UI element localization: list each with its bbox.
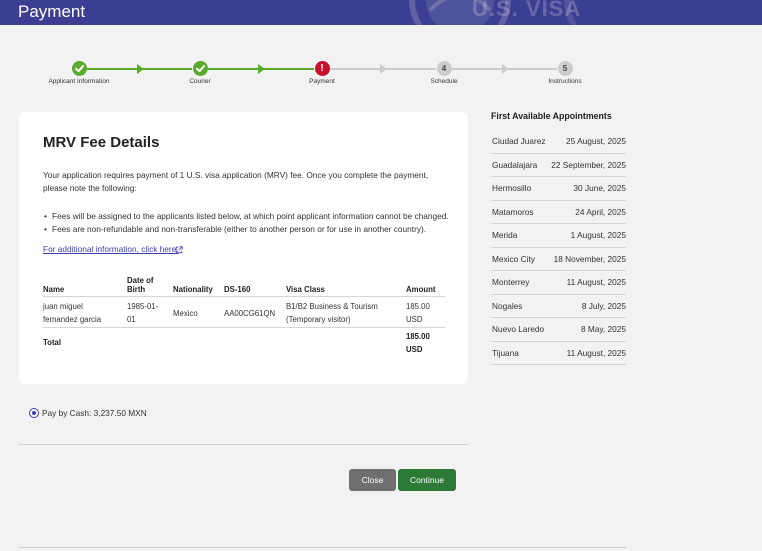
- check-icon: [74, 65, 84, 73]
- step-label: Instructions: [548, 78, 582, 85]
- card-title: MRV Fee Details: [43, 134, 160, 151]
- section-divider: [19, 444, 468, 445]
- appointment-city: Guadalajara: [492, 159, 538, 170]
- appointments-list: Ciudad Juarez 25 August, 2025 Guadalajara 2…: [491, 130, 626, 365]
- col-header-name: Name: [43, 285, 65, 294]
- applicant-dob: 1985-01- 01: [127, 302, 159, 324]
- appointment-row: Hermosillo 30 June, 2025: [491, 177, 626, 201]
- mrv-fee-card: MRV Fee Details Your application require…: [19, 112, 468, 384]
- step-instructions-marker: 5: [557, 61, 573, 76]
- appointment-city: Matamoros: [492, 206, 534, 217]
- footer-divider: [19, 547, 626, 548]
- applicant-nationality: Mexico: [173, 309, 198, 318]
- total-label: Total: [43, 338, 62, 347]
- external-link-icon[interactable]: [175, 246, 183, 254]
- table-divider: [43, 327, 445, 328]
- seal-text: U.S. VISA: [472, 0, 582, 21]
- applicant-ds160: AA00CG61QN: [224, 309, 276, 318]
- fee-notes-list: Fees will be assigned to the applicants …: [43, 210, 453, 236]
- continue-button[interactable]: Continue: [398, 469, 456, 491]
- appointment-row: Nogales 8 July, 2025: [491, 295, 626, 318]
- appointment-date: 11 August, 2025: [566, 277, 626, 287]
- step-schedule-marker: 4: [436, 61, 452, 76]
- appointment-row: Ciudad Juarez 25 August, 2025: [491, 130, 626, 154]
- step-arrow-icon: [380, 64, 387, 74]
- appointment-row: Monterrey 11 August, 2025: [491, 271, 626, 295]
- page-header: U.S. VISA Payment: [0, 0, 762, 25]
- step-courier-marker: [192, 61, 208, 76]
- pay-by-cash-label[interactable]: Pay by Cash: 3,237.50 MXN: [42, 408, 147, 419]
- appointment-date: 30 June, 2025: [573, 183, 626, 193]
- appointment-row: Matamoros 24 April, 2025: [491, 201, 626, 224]
- appointment-date: 24 April, 2025: [575, 206, 626, 217]
- appointment-city: Nuevo Laredo: [492, 324, 545, 334]
- fee-note-item: Fees will be assigned to the applicants …: [43, 210, 453, 223]
- appointment-city: Nogales: [492, 300, 523, 311]
- col-header-ds160: DS-160: [224, 285, 251, 294]
- appointment-row: Nuevo Laredo 8 May, 2025: [491, 318, 626, 342]
- appointment-date: 11 August, 2025: [566, 347, 626, 358]
- col-header-nationality: Nationality: [173, 285, 213, 294]
- col-header-visa-class: Visa Class: [286, 285, 325, 294]
- appointment-city: Monterrey: [492, 277, 530, 287]
- appointment-date: 18 November, 2025: [553, 253, 626, 264]
- appointment-date: 25 August, 2025: [566, 136, 626, 146]
- appointment-date: 22 September, 2025: [551, 159, 626, 170]
- step-label: Schedule: [430, 78, 458, 85]
- appointment-row: Mexico City 18 November, 2025: [491, 248, 626, 271]
- appointment-row: Guadalajara 22 September, 2025: [491, 154, 626, 177]
- applicant-visa-class: B1/B2 Business & Tourism (Temporary visi…: [286, 302, 378, 324]
- appointment-date: 1 August, 2025: [570, 230, 626, 240]
- appointment-row: Tijuana 11 August, 2025: [491, 342, 626, 365]
- appointment-row: Merida 1 August, 2025: [491, 224, 626, 248]
- step-label: Applicant Information: [48, 78, 110, 85]
- fee-note-item: Fees are non-refundable and non-transfer…: [43, 223, 453, 236]
- appointments-title: First Available Appointments: [491, 111, 612, 121]
- appointment-city: Tijuana: [492, 347, 519, 358]
- appointment-date: 8 July, 2025: [581, 300, 626, 311]
- first-available-appointments: First Available Appointments Ciudad Juar…: [491, 111, 626, 365]
- col-header-amount: Amount: [406, 285, 436, 294]
- applicant-name: juan miguel fernandez garcia: [43, 302, 102, 324]
- pay-by-cash-radio[interactable]: [29, 408, 39, 418]
- table-divider: [43, 296, 445, 297]
- step-label: Courier: [189, 78, 211, 85]
- appointment-date: 8 May, 2025: [580, 324, 626, 334]
- check-icon: [195, 65, 205, 73]
- applicant-amount: 185.00 USD: [406, 302, 430, 324]
- step-applicant-information-marker: [71, 61, 87, 76]
- appointment-city: Ciudad Juarez: [492, 136, 546, 146]
- step-arrow-icon: [258, 64, 265, 74]
- additional-info-link[interactable]: For additional information, click here.: [43, 244, 179, 254]
- step-arrow-icon: [501, 64, 509, 74]
- step-arrow-icon: [136, 64, 144, 74]
- step-payment-marker: !: [314, 61, 330, 76]
- close-button[interactable]: Close: [349, 469, 396, 491]
- fee-intro-text: Your application requires payment of 1 U…: [43, 170, 429, 193]
- appointment-city: Mexico City: [492, 253, 535, 264]
- step-label: Payment: [309, 78, 335, 85]
- appointment-city: Merida: [492, 230, 518, 240]
- appointment-city: Hermosillo: [492, 183, 532, 193]
- page-title: Payment: [18, 2, 86, 21]
- col-header-dob: Date of Birth: [127, 276, 154, 294]
- progress-stepper: Applicant Information Courier! Payment 4 Sch…: [28, 60, 618, 90]
- total-amount: 185.00 USD: [406, 332, 430, 354]
